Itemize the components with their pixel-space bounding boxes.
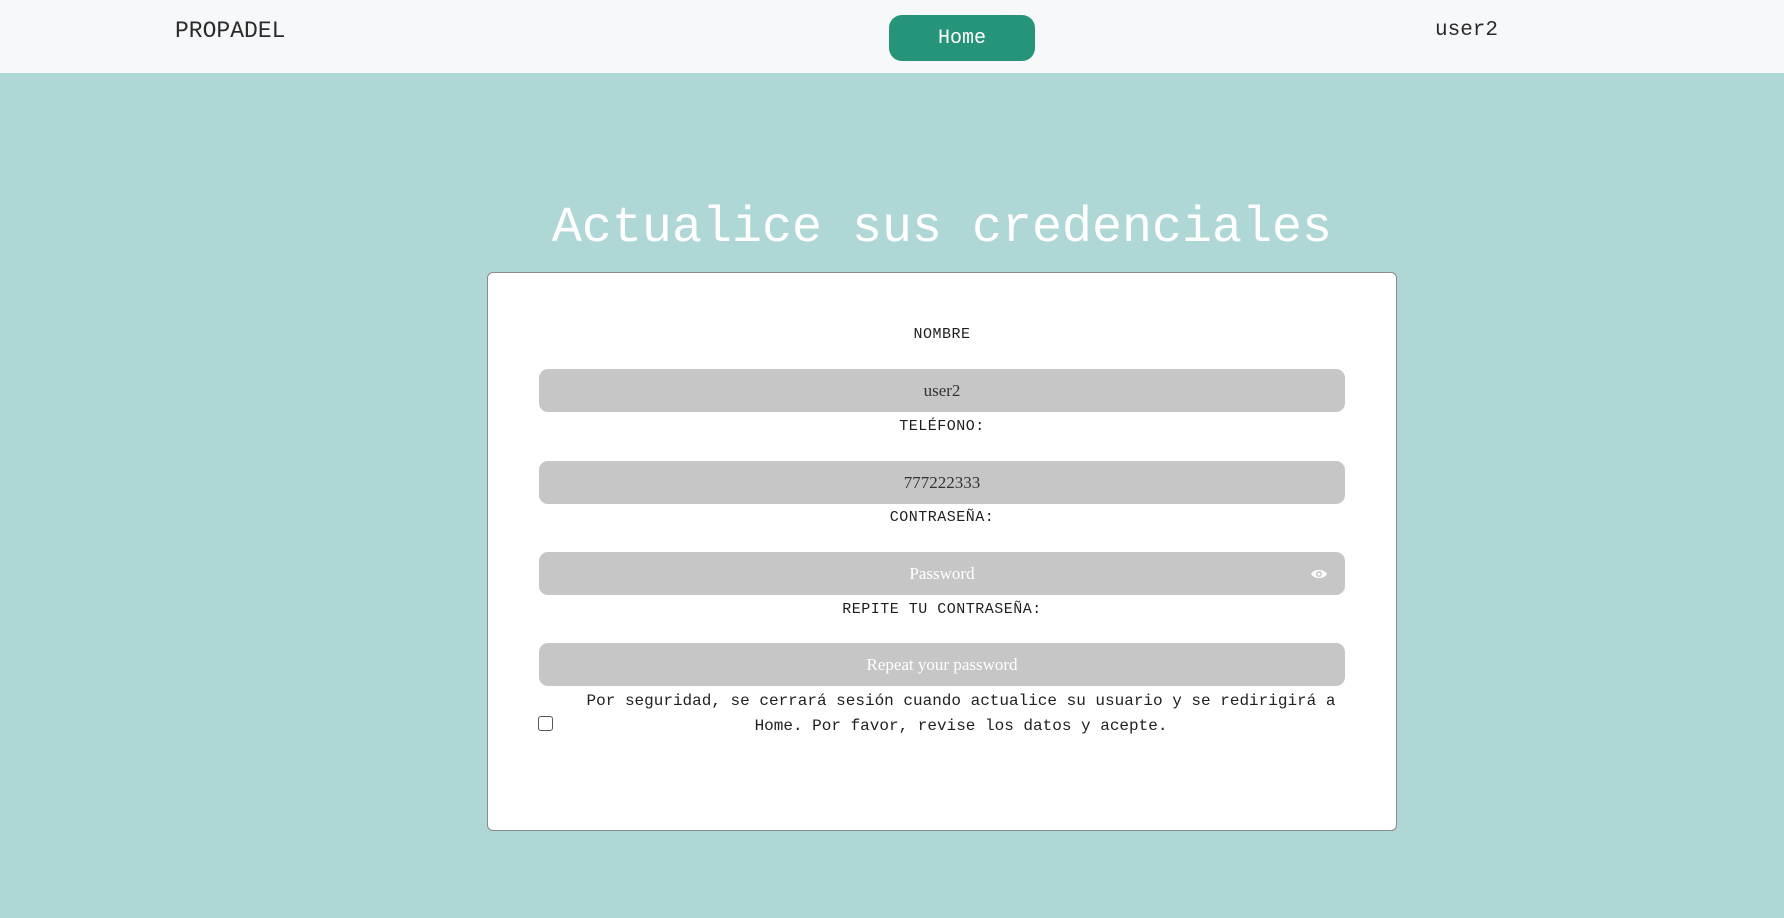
page-title: Actualice sus credenciales xyxy=(551,200,1333,257)
brand-logo[interactable]: PROPADEL xyxy=(175,18,285,44)
name-label: NOMBRE xyxy=(913,326,971,343)
name-input[interactable] xyxy=(539,369,1345,412)
password-input[interactable] xyxy=(539,552,1345,595)
phone-label: TELÉFONO: xyxy=(899,418,985,435)
password-label: CONTRASEÑA: xyxy=(889,509,995,526)
credentials-form-card: NOMBRE TELÉFONO: CONTRASEÑA: REPITE TU C… xyxy=(487,272,1397,831)
navbar: PROPADEL Home user2 xyxy=(0,0,1784,73)
phone-input[interactable] xyxy=(539,461,1345,504)
repeat-password-input[interactable] xyxy=(539,643,1345,686)
accept-checkbox[interactable] xyxy=(538,716,553,731)
home-button[interactable]: Home xyxy=(889,15,1035,61)
user-menu-link[interactable]: user2 xyxy=(1435,19,1498,42)
repeat-password-label: REPITE TU CONTRASEÑA: xyxy=(842,601,1042,618)
eye-icon[interactable] xyxy=(1310,567,1328,581)
security-notice: Por seguridad, se cerrará sesión cuando … xyxy=(586,692,1336,735)
